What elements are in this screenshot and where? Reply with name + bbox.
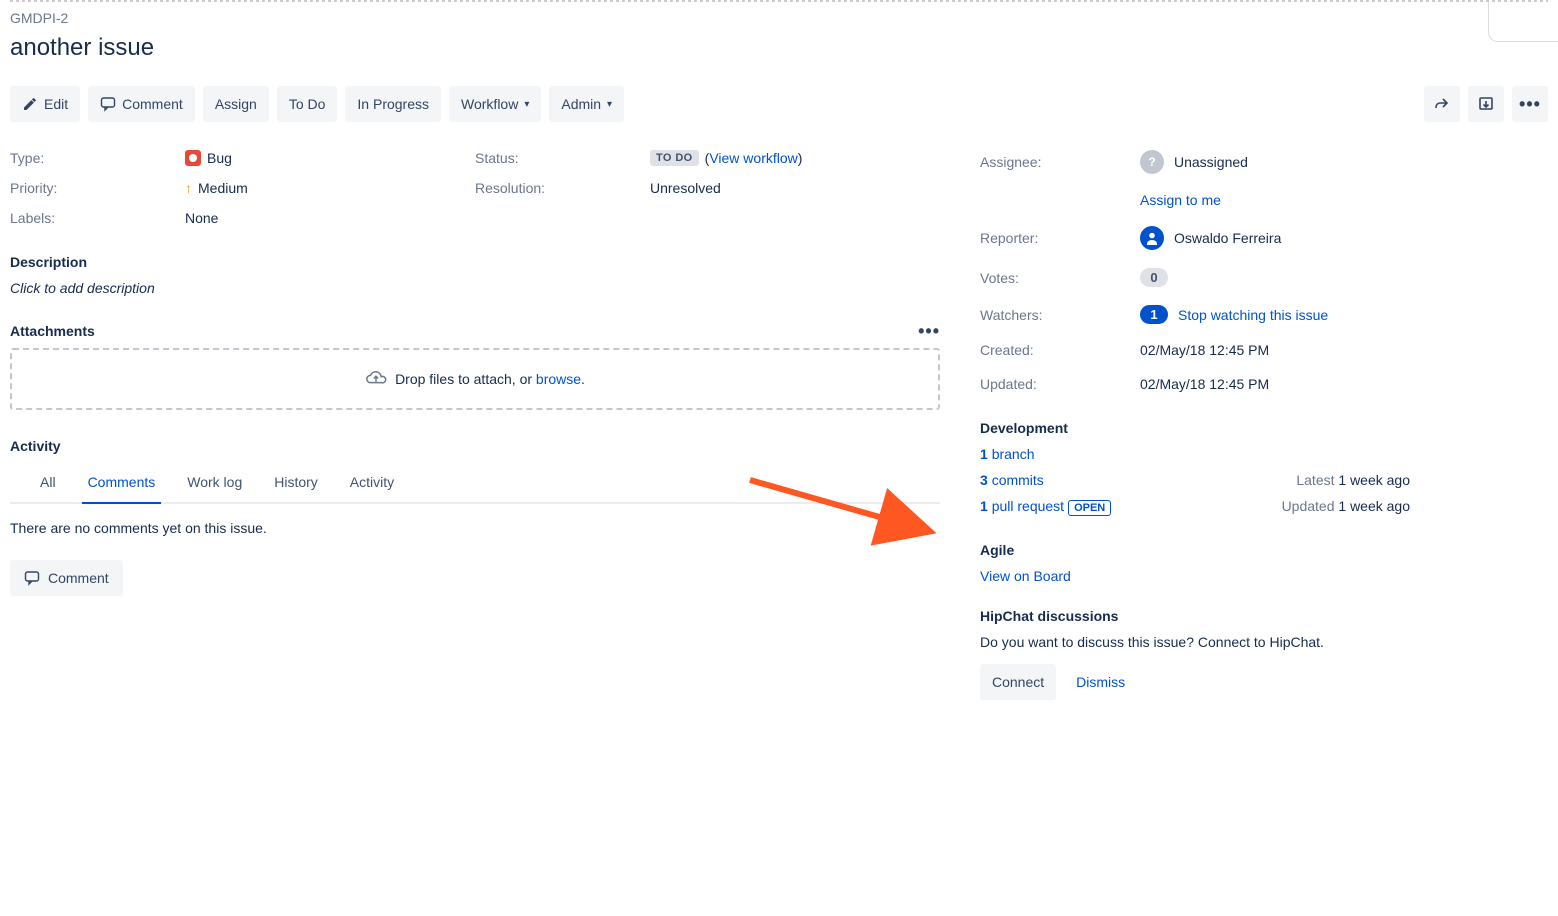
dev-branch-row: 1 branch [980, 446, 1410, 462]
development-heading: Development [980, 420, 1410, 436]
assignee-value: ? Unassigned [1140, 150, 1410, 174]
assign-button[interactable]: Assign [203, 86, 269, 122]
dev-pr-updated: Updated 1 week ago [1282, 498, 1410, 514]
pr-open-badge: OPEN [1068, 500, 1111, 516]
pencil-icon [22, 96, 38, 112]
tab-all[interactable]: All [40, 464, 56, 502]
in-progress-label: In Progress [357, 96, 429, 112]
watchers-count-badge: 1 [1140, 305, 1168, 324]
todo-label: To Do [289, 96, 326, 112]
status-badge: TO DO [650, 150, 699, 166]
dev-pr-link[interactable]: 1 pull requestOPEN [980, 498, 1111, 514]
issue-title: another issue [10, 34, 1548, 62]
status-label: Status: [475, 150, 650, 166]
tab-comments[interactable]: Comments [88, 464, 156, 502]
priority-label: Priority: [10, 180, 185, 196]
chevron-down-icon: ▾ [607, 99, 612, 110]
unassigned-avatar-icon: ? [1140, 150, 1164, 174]
stop-watching-link[interactable]: Stop watching this issue [1178, 307, 1328, 323]
admin-dropdown[interactable]: Admin ▾ [549, 86, 624, 122]
comment-icon [24, 570, 40, 586]
hipchat-heading: HipChat discussions [980, 608, 1410, 624]
votes-count-badge: 0 [1140, 268, 1168, 287]
votes-label: Votes: [980, 270, 1140, 286]
watchers-label: Watchers: [980, 307, 1140, 323]
activity-heading: Activity [10, 438, 940, 454]
share-button[interactable] [1424, 86, 1460, 122]
updated-value: 02/May/18 12:45 PM [1140, 376, 1410, 392]
created-value: 02/May/18 12:45 PM [1140, 342, 1410, 358]
dev-commits-row: 3 commits Latest 1 week ago [980, 472, 1410, 488]
attachments-more-icon[interactable]: ••• [918, 322, 940, 340]
status-value: TO DO (View workflow) [650, 150, 940, 166]
activity-tabs: All Comments Work log History Activity [10, 464, 940, 504]
dev-commits-latest: Latest 1 week ago [1296, 472, 1410, 488]
activity-comment-label: Comment [48, 570, 109, 586]
watchers-value: 1 Stop watching this issue [1140, 305, 1410, 324]
in-progress-button[interactable]: In Progress [345, 86, 441, 122]
edit-button[interactable]: Edit [10, 86, 80, 122]
priority-value: ↑ Medium [185, 180, 475, 196]
activity-comment-button[interactable]: Comment [10, 560, 123, 596]
reporter-avatar-icon [1140, 226, 1164, 250]
description-placeholder[interactable]: Click to add description [10, 280, 940, 296]
reporter-label: Reporter: [980, 230, 1140, 246]
top-right-clip [1488, 2, 1558, 42]
chevron-down-icon: ▾ [524, 99, 529, 110]
hipchat-connect-button[interactable]: Connect [980, 664, 1056, 700]
todo-button[interactable]: To Do [277, 86, 338, 122]
tab-history[interactable]: History [274, 464, 318, 502]
ellipsis-icon: ••• [1519, 95, 1541, 113]
edit-label: Edit [44, 96, 68, 112]
workflow-label: Workflow [461, 96, 518, 112]
bug-icon [185, 150, 201, 166]
resolution-value: Unresolved [650, 180, 940, 196]
more-actions-button[interactable]: ••• [1512, 86, 1548, 122]
reporter-value: Oswaldo Ferreira [1140, 226, 1410, 250]
view-workflow-paren: (View workflow) [705, 150, 803, 166]
description-heading: Description [10, 254, 940, 270]
labels-value: None [185, 210, 475, 226]
cloud-upload-icon [365, 368, 387, 390]
dev-commits-link[interactable]: 3 commits [980, 472, 1044, 488]
resolution-label: Resolution: [475, 180, 650, 196]
view-workflow-link[interactable]: View workflow [709, 150, 797, 166]
created-label: Created: [980, 342, 1140, 358]
dev-branch-link[interactable]: 1 branch [980, 446, 1035, 462]
comment-button[interactable]: Comment [88, 86, 195, 122]
export-icon [1478, 96, 1494, 112]
hipchat-connect-label: Connect [992, 674, 1044, 690]
no-comments-text: There are no comments yet on this issue. [10, 520, 940, 536]
type-label: Type: [10, 150, 185, 166]
attachments-dropzone[interactable]: Drop files to attach, or browse. [10, 348, 940, 410]
type-value: Bug [185, 150, 475, 166]
agile-heading: Agile [980, 542, 1410, 558]
view-on-board-link[interactable]: View on Board [980, 568, 1071, 584]
tab-worklog[interactable]: Work log [187, 464, 242, 502]
dropzone-text: Drop files to attach, or browse. [395, 371, 585, 387]
comment-label: Comment [122, 96, 183, 112]
hipchat-text: Do you want to discuss this issue? Conne… [980, 634, 1410, 650]
votes-value: 0 [1140, 268, 1410, 287]
workflow-dropdown[interactable]: Workflow ▾ [449, 86, 541, 122]
dev-pr-row: 1 pull requestOPEN Updated 1 week ago [980, 498, 1410, 514]
export-button[interactable] [1468, 86, 1504, 122]
updated-label: Updated: [980, 376, 1140, 392]
labels-label: Labels: [10, 210, 185, 226]
assign-to-me-link[interactable]: Assign to me [1140, 192, 1221, 208]
priority-medium-icon: ↑ [185, 180, 192, 196]
comment-icon [100, 96, 116, 112]
assign-label: Assign [215, 96, 257, 112]
assignee-label: Assignee: [980, 154, 1140, 170]
breadcrumb[interactable]: GMDPI-2 [10, 10, 1548, 26]
admin-label: Admin [561, 96, 601, 112]
browse-link[interactable]: browse [536, 371, 581, 387]
tab-activity[interactable]: Activity [350, 464, 394, 502]
share-icon [1434, 96, 1450, 112]
hipchat-dismiss-link[interactable]: Dismiss [1076, 674, 1125, 690]
attachments-heading: Attachments [10, 323, 95, 339]
